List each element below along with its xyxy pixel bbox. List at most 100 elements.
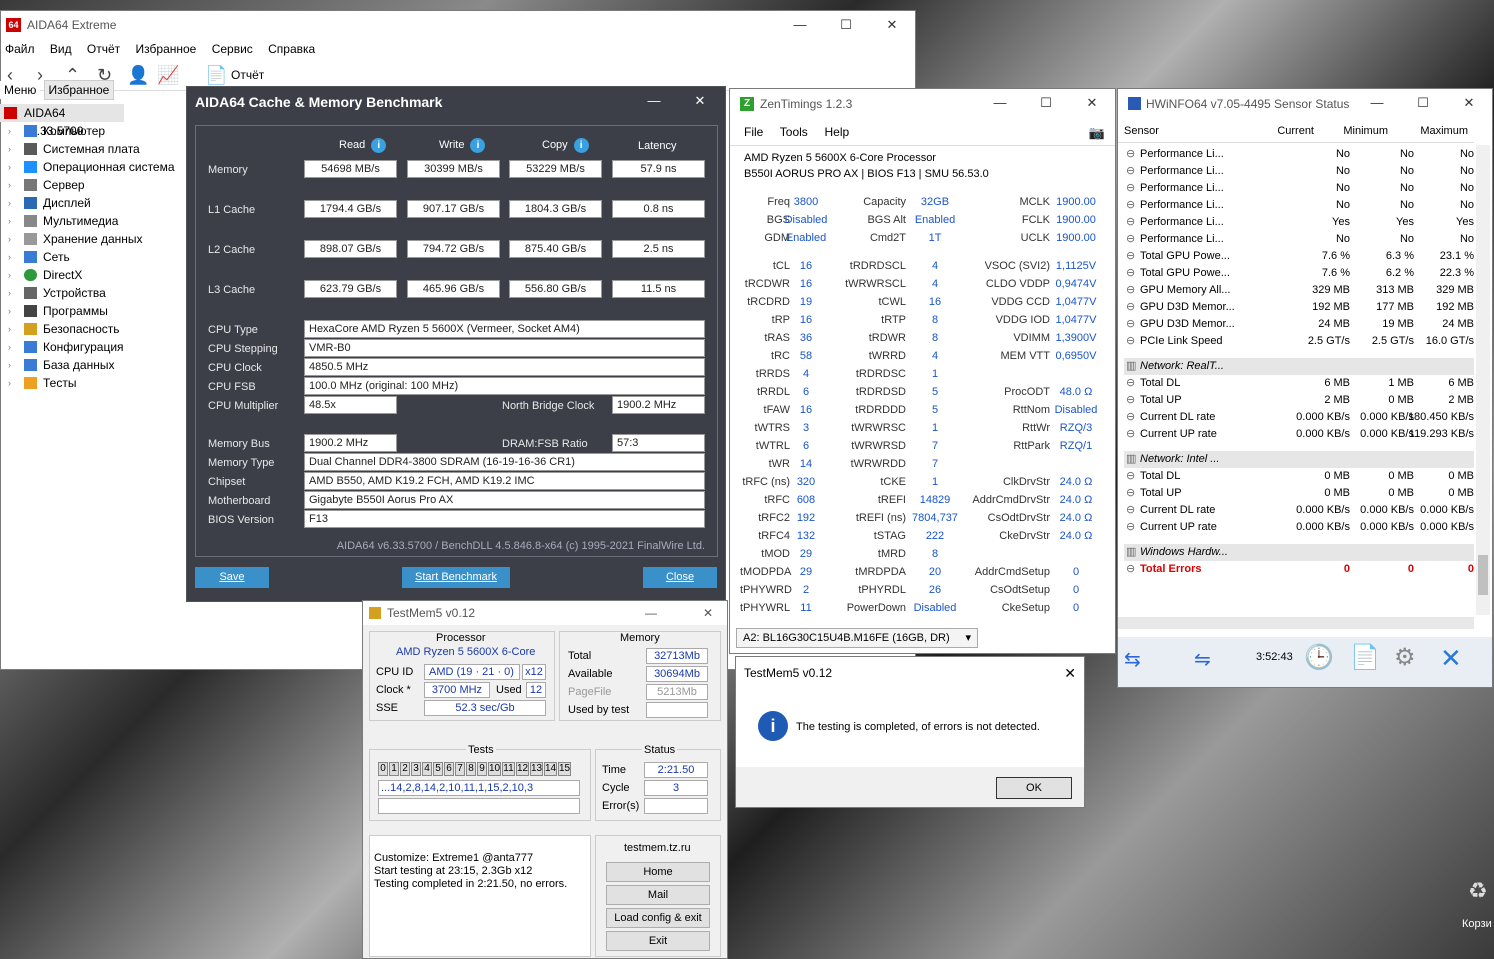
sensor-row[interactable]: ⊖ Current UP rate 0.000 KB/s 0.000 KB/s 0.00… bbox=[1124, 519, 1474, 536]
sensor-row[interactable]: ⊖ Total DL 6 MB 1 MB 6 MB bbox=[1124, 375, 1474, 392]
timing-value: 24.0 Ω bbox=[1059, 494, 1093, 506]
menu-favorites[interactable]: Избранное bbox=[136, 42, 197, 56]
tree-item[interactable]: › Безопасность bbox=[0, 320, 186, 338]
tree-item[interactable]: › Конфигурация bbox=[0, 338, 186, 356]
info-icon[interactable]: i bbox=[573, 138, 589, 153]
timing-label: tCKE bbox=[880, 476, 906, 488]
sensor-row[interactable]: ⊖ Performance Li... No No No bbox=[1124, 146, 1474, 163]
sensor-row[interactable]: ⊖ Performance Li... No No No bbox=[1124, 163, 1474, 180]
sensor-row[interactable]: ⊖ Total GPU Powe... 7.6 % 6.2 % 22.3 % bbox=[1124, 265, 1474, 282]
sensor-group-header[interactable]: ▥ Network: RealT... bbox=[1124, 358, 1474, 375]
sensor-group-header[interactable]: ▥ Windows Hardw... bbox=[1124, 544, 1474, 561]
menu-service[interactable]: Сервис bbox=[212, 42, 253, 56]
exit-button[interactable]: Exit bbox=[606, 931, 710, 951]
cpu-type-value: HexaCore AMD Ryzen 5 5600X (Vermeer, Soc… bbox=[304, 320, 705, 338]
sensor-row[interactable]: ⊖ Total DL 0 MB 0 MB 0 MB bbox=[1124, 468, 1474, 485]
sensor-row[interactable]: ⊖ GPU D3D Memor... 24 MB 19 MB 24 MB bbox=[1124, 316, 1474, 333]
sensor-row[interactable]: ⊖ Current DL rate 0.000 KB/s 0.000 KB/s 180.… bbox=[1124, 409, 1474, 426]
network-icon[interactable]: ⇋ bbox=[1194, 647, 1211, 672]
col-minimum[interactable]: Minimum bbox=[1343, 125, 1388, 137]
start-benchmark-button[interactable]: Start Benchmark bbox=[402, 567, 510, 588]
tree-item[interactable]: › Операционная система bbox=[0, 158, 186, 176]
sensor-row[interactable]: ⊖ Current DL rate 0.000 KB/s 0.000 KB/s 0.00… bbox=[1124, 502, 1474, 519]
minimize-icon[interactable]: — bbox=[1354, 89, 1400, 117]
close-icon[interactable]: ✕ bbox=[1069, 89, 1115, 117]
sensor-row[interactable]: ⊖ Performance Li... No No No bbox=[1124, 231, 1474, 248]
menu-help[interactable]: Help bbox=[824, 125, 849, 139]
menu-tools[interactable]: Tools bbox=[780, 125, 808, 139]
report-button[interactable]: Отчёт bbox=[231, 68, 264, 82]
menu-file[interactable]: File bbox=[744, 125, 763, 139]
hw-hscrollbar[interactable] bbox=[1118, 617, 1474, 629]
tree-item[interactable]: › DirectX bbox=[0, 266, 186, 284]
home-button[interactable]: Home bbox=[606, 862, 710, 882]
close-x-icon[interactable]: ✕ bbox=[1440, 643, 1462, 674]
clock-icon[interactable]: 🕒 bbox=[1304, 643, 1334, 672]
tree-item[interactable]: › Системная плата bbox=[0, 140, 186, 158]
tree-item[interactable]: › Компьютер bbox=[0, 122, 186, 140]
tree-item[interactable]: › База данных bbox=[0, 356, 186, 374]
gear-icon[interactable]: ⚙ bbox=[1394, 643, 1416, 672]
close-icon[interactable]: ✕ bbox=[1064, 657, 1076, 689]
sensor-row[interactable]: ⊖ Performance Li... No No No bbox=[1124, 180, 1474, 197]
maximize-icon[interactable]: ☐ bbox=[823, 11, 869, 39]
menu-help[interactable]: Справка bbox=[268, 42, 315, 56]
arrows-icon[interactable]: ⇆ bbox=[1124, 647, 1141, 672]
tree-item[interactable]: › Тесты bbox=[0, 374, 186, 392]
sensor-row[interactable]: ⊖ Performance Li... No No No bbox=[1124, 197, 1474, 214]
tree-item[interactable]: › Хранение данных bbox=[0, 230, 186, 248]
tab-favorites[interactable]: Избранное bbox=[43, 80, 115, 100]
scrollbar-thumb[interactable] bbox=[1478, 555, 1488, 595]
report-icon[interactable]: 📄 bbox=[205, 65, 227, 86]
tree-item[interactable]: › Сеть bbox=[0, 248, 186, 266]
tab-menu[interactable]: Меню bbox=[0, 81, 41, 99]
sensor-row[interactable]: ⊖ Total UP 0 MB 0 MB 0 MB bbox=[1124, 485, 1474, 502]
col-maximum[interactable]: Maximum bbox=[1420, 125, 1468, 137]
minimize-icon[interactable]: — bbox=[777, 11, 823, 39]
close-icon[interactable]: ✕ bbox=[1446, 89, 1492, 117]
close-icon[interactable]: ✕ bbox=[703, 601, 713, 625]
report-add-icon[interactable]: 📄 bbox=[1350, 643, 1380, 672]
col-sensor[interactable]: Sensor bbox=[1124, 125, 1159, 137]
tree-item-label: Сервер bbox=[43, 178, 85, 192]
maximize-icon[interactable]: ☐ bbox=[1023, 89, 1069, 117]
tree-item[interactable]: › Мультимедиа bbox=[0, 212, 186, 230]
info-icon[interactable]: i bbox=[371, 138, 387, 153]
sensor-row[interactable]: ⊖ Current UP rate 0.000 KB/s 0.000 KB/s 119.… bbox=[1124, 426, 1474, 443]
camera-icon[interactable]: 📷 bbox=[1089, 125, 1105, 141]
sensor-row[interactable]: ⊖ Total Errors 0 0 0 bbox=[1124, 561, 1474, 578]
sensor-row[interactable]: ⊖ Performance Li... Yes Yes Yes bbox=[1124, 214, 1474, 231]
tree-item[interactable]: › Устройства bbox=[0, 284, 186, 302]
sensor-row[interactable]: ⊖ Total GPU Powe... 7.6 % 6.3 % 23.1 % bbox=[1124, 248, 1474, 265]
sensor-group-header[interactable]: ▥ Network: Intel ... bbox=[1124, 451, 1474, 468]
tree-root[interactable]: AIDA64 v6.33.5700 bbox=[0, 104, 124, 138]
menu-report[interactable]: Отчёт bbox=[87, 42, 120, 56]
minimize-icon[interactable]: — bbox=[631, 87, 677, 115]
ok-button[interactable]: OK bbox=[996, 777, 1072, 799]
sensor-row[interactable]: ⊖ GPU D3D Memor... 192 MB 177 MB 192 MB bbox=[1124, 299, 1474, 316]
save-button[interactable]: Save bbox=[195, 567, 269, 588]
recycle-bin[interactable]: ♻ Корзи bbox=[1460, 872, 1494, 932]
tree-item[interactable]: › Программы bbox=[0, 302, 186, 320]
tree-item[interactable]: › Дисплей bbox=[0, 194, 186, 212]
col-current[interactable]: Current bbox=[1277, 125, 1314, 137]
maximize-icon[interactable]: ☐ bbox=[1400, 89, 1446, 117]
load-config-exit-button[interactable]: Load config & exit bbox=[606, 908, 710, 928]
menu-file[interactable]: Файл bbox=[5, 42, 35, 56]
minimize-icon[interactable]: — bbox=[977, 89, 1023, 117]
chevron-right-icon: › bbox=[8, 234, 11, 244]
sensor-row[interactable]: ⊖ Total UP 2 MB 0 MB 2 MB bbox=[1124, 392, 1474, 409]
sensor-row[interactable]: ⊖ GPU Memory All... 329 MB 313 MB 329 MB bbox=[1124, 282, 1474, 299]
close-icon[interactable]: ✕ bbox=[869, 11, 915, 39]
hw-scrollbar[interactable] bbox=[1476, 145, 1490, 615]
sensor-minimum: 6.3 % bbox=[1385, 250, 1414, 262]
minimize-icon[interactable]: — bbox=[645, 601, 657, 625]
dimm-select[interactable]: A2: BL16G30C15U4B.M16FE (16GB, DR) ▾ bbox=[736, 628, 978, 648]
close-icon[interactable]: ✕ bbox=[677, 87, 723, 115]
menu-view[interactable]: Вид bbox=[50, 42, 72, 56]
close-button[interactable]: Close bbox=[643, 567, 717, 588]
mail-button[interactable]: Mail bbox=[606, 885, 710, 905]
sensor-row[interactable]: ⊖ PCIe Link Speed 2.5 GT/s 2.5 GT/s 16.0 GT/… bbox=[1124, 333, 1474, 350]
tree-item[interactable]: › Сервер bbox=[0, 176, 186, 194]
info-icon[interactable]: i bbox=[470, 138, 486, 153]
